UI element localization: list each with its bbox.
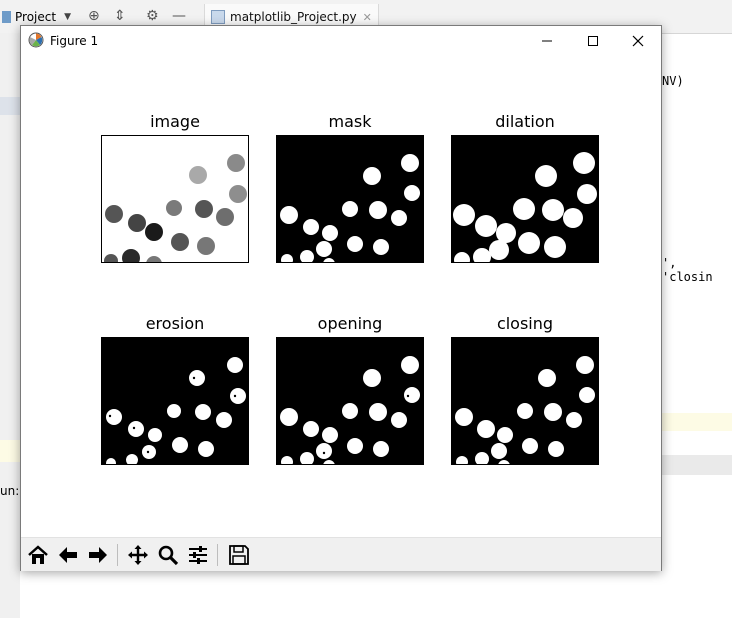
- window-title-bar[interactable]: Figure 1: [21, 26, 661, 56]
- zoom-button[interactable]: [154, 542, 182, 568]
- python-file-icon: [211, 10, 225, 24]
- project-label: Project: [15, 10, 57, 24]
- mask-image: [276, 135, 424, 263]
- close-button[interactable]: [615, 26, 661, 56]
- erosion-image: [101, 337, 249, 465]
- close-icon: [632, 35, 644, 47]
- code-fragment: ', 'closin: [662, 256, 713, 284]
- save-icon: [229, 545, 249, 565]
- left-gutter: [0, 33, 20, 618]
- current-line-highlight: [660, 413, 732, 431]
- opening-image: [276, 337, 424, 465]
- subplot-title: image: [150, 112, 200, 131]
- back-arrow-icon: [59, 547, 77, 563]
- run-panel-header: [660, 455, 732, 475]
- configure-subplots-button[interactable]: [184, 542, 212, 568]
- window-title: Figure 1: [50, 34, 99, 48]
- toolbar-separator: [217, 544, 218, 566]
- navigation-toolbar: [21, 537, 661, 571]
- matplotlib-logo-icon: [28, 32, 44, 48]
- gutter-highlight: [0, 440, 22, 462]
- home-button[interactable]: [24, 542, 52, 568]
- closing-image: [451, 337, 599, 465]
- crosshair-icon[interactable]: ⊕: [88, 8, 100, 24]
- minimize-panel-icon[interactable]: —: [172, 8, 186, 24]
- close-icon[interactable]: ✕: [363, 11, 372, 24]
- grayscale-image: [101, 135, 249, 263]
- back-button[interactable]: [54, 542, 82, 568]
- collapse-icon[interactable]: ⇕: [114, 8, 126, 24]
- run-panel-label: un:: [0, 484, 20, 498]
- code-fragment: NV): [662, 74, 684, 88]
- subplot-title: dilation: [495, 112, 555, 131]
- gear-icon[interactable]: ⚙: [146, 8, 159, 24]
- save-button[interactable]: [225, 542, 253, 568]
- toolbar-separator: [117, 544, 118, 566]
- maximize-button[interactable]: [570, 26, 616, 56]
- subplot-title: mask: [328, 112, 372, 131]
- minimize-button[interactable]: [524, 26, 570, 56]
- dilation-image: [451, 135, 599, 263]
- forward-button[interactable]: [84, 542, 112, 568]
- subplot-title: erosion: [145, 314, 205, 333]
- pan-button[interactable]: [124, 542, 152, 568]
- home-icon: [28, 545, 48, 564]
- chevron-down-icon: ▼: [64, 12, 71, 22]
- figure-canvas[interactable]: image mask dilation erosion opening clos…: [21, 56, 661, 537]
- gutter-highlight: [0, 97, 22, 115]
- maximize-icon: [588, 36, 598, 46]
- subplot-title: opening: [317, 314, 383, 333]
- project-icon: [2, 11, 11, 23]
- project-selector[interactable]: Project ▼: [0, 7, 71, 27]
- subplot-title: closing: [496, 314, 554, 333]
- zoom-icon: [158, 545, 179, 566]
- pan-icon: [128, 545, 148, 565]
- minimize-icon: [542, 40, 552, 42]
- figure-window: Figure 1 image mask dilation erosion ope…: [20, 25, 662, 571]
- configure-subplots-icon: [189, 546, 207, 564]
- forward-arrow-icon: [89, 547, 107, 563]
- editor-tab-label: matplotlib_Project.py: [230, 10, 357, 24]
